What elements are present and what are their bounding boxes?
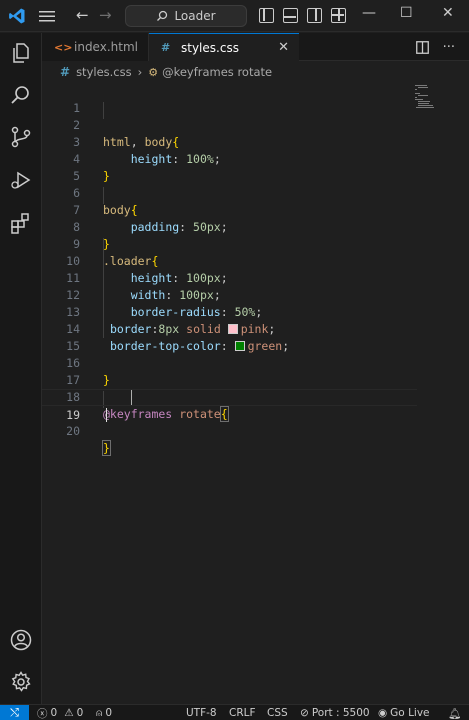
- code-line: 4 }: [42, 134, 417, 183]
- maximize-button[interactable]: ☐: [400, 5, 413, 21]
- breadcrumb-symbol[interactable]: @keyframes rotate: [162, 65, 272, 79]
- code-line: 10 height: 100px;: [42, 236, 417, 285]
- warning-icon: ⚠: [64, 707, 74, 719]
- command-center-search[interactable]: Loader: [125, 5, 247, 27]
- chevron-right-icon: ›: [137, 65, 143, 79]
- code-line: 20 }: [42, 406, 417, 456]
- breadcrumb: # styles.css › ⚙ @keyframes rotate: [42, 61, 469, 83]
- port-label: Port : 5500: [311, 707, 370, 719]
- error-count: 0: [50, 707, 58, 719]
- code-line: 8 }: [42, 202, 417, 251]
- title-bar: ← → Loader — ☐ ✕: [0, 0, 469, 32]
- search-icon[interactable]: [9, 83, 33, 107]
- close-icon[interactable]: ✕: [278, 40, 289, 55]
- close-window-button[interactable]: ✕: [442, 5, 454, 21]
- code-line: 16 }: [42, 338, 417, 387]
- accounts-icon[interactable]: [9, 628, 33, 652]
- code-line: 15: [42, 321, 417, 353]
- mouse-ibeam-cursor: [106, 408, 107, 422]
- ports-count: 0: [105, 707, 112, 719]
- editor-tab-bar: <> index.html # styles.css ✕ ···: [42, 33, 469, 61]
- code-line: 17: [42, 355, 417, 387]
- language-mode-indicator[interactable]: CSS: [267, 706, 288, 720]
- breadcrumb-file[interactable]: styles.css: [76, 65, 132, 79]
- encoding-indicator[interactable]: UTF-8: [186, 706, 217, 720]
- code-line: 13 border:8px solid pink;: [42, 287, 417, 336]
- code-line: 2 html, body{: [42, 100, 417, 149]
- search-label: Loader: [174, 9, 216, 23]
- toggle-primary-sidebar-icon[interactable]: [259, 8, 274, 23]
- ports-indicator[interactable]: ⍝ 0: [96, 706, 112, 720]
- code-line: 18 @keyframes rotate{: [42, 372, 417, 422]
- code-line: 14 border-top-color: green;: [42, 304, 417, 353]
- arrow-right-icon[interactable]: →: [99, 6, 112, 24]
- broadcast-icon: ◉: [378, 707, 388, 719]
- code-line: 12 border-radius: 50%;: [42, 270, 417, 319]
- minimap[interactable]: [415, 83, 455, 123]
- code-line: 6 body{: [42, 168, 417, 217]
- text-cursor: [131, 390, 132, 405]
- code-line: 1: [42, 83, 417, 115]
- warning-count: 0: [76, 707, 84, 719]
- tab-label: index.html: [74, 40, 138, 54]
- customize-layout-icon[interactable]: [331, 8, 346, 23]
- more-actions-icon[interactable]: ···: [443, 40, 455, 55]
- tab-index-html[interactable]: <> index.html: [42, 33, 149, 61]
- symbol-icon: ⚙: [148, 65, 159, 79]
- prohibited-icon: ⊘: [300, 707, 309, 719]
- code-line: 7 padding: 50px;: [42, 185, 417, 234]
- go-live-label: Go Live: [390, 707, 430, 719]
- problems-indicator[interactable]: ⓧ 0 ⚠ 0: [37, 706, 83, 720]
- go-live-button[interactable]: ◉ Go Live: [378, 706, 430, 720]
- arrow-left-icon[interactable]: ←: [76, 6, 89, 24]
- notifications-bell-icon[interactable]: 🔔︎: [448, 706, 461, 720]
- code-line: 3 height: 100%;: [42, 117, 417, 166]
- toggle-panel-icon[interactable]: [283, 8, 298, 23]
- search-icon: [157, 10, 168, 21]
- minimize-button[interactable]: —: [362, 5, 376, 21]
- code-line: 5: [42, 151, 417, 183]
- activity-bar: [0, 33, 42, 704]
- run-and-debug-icon[interactable]: [9, 168, 33, 192]
- remote-indicator-icon[interactable]: ⤭: [0, 705, 29, 720]
- code-line: 11 width: 100px;: [42, 253, 417, 302]
- tab-label: styles.css: [181, 40, 239, 55]
- extensions-icon[interactable]: [9, 211, 33, 235]
- explorer-icon[interactable]: [9, 41, 33, 65]
- line-number: 20: [66, 424, 80, 438]
- editor-actions: ···: [415, 33, 469, 61]
- toggle-secondary-sidebar-icon[interactable]: [307, 8, 322, 23]
- tab-styles-css[interactable]: # styles.css ✕: [149, 33, 299, 61]
- split-editor-icon[interactable]: [415, 40, 429, 54]
- css-file-icon: #: [161, 41, 171, 54]
- css-file-icon: #: [60, 65, 71, 79]
- code-editor[interactable]: 1 2 html, body{ 3 height: 100%; 4 } 5 6 …: [42, 83, 469, 704]
- status-bar: ⤭ ⓧ 0 ⚠ 0 ⍝ 0 UTF-8 CRLF CSS ⊘ Port : 55…: [0, 704, 469, 720]
- code-line: 9 .loader{: [42, 219, 417, 268]
- eol-indicator[interactable]: CRLF: [229, 706, 256, 720]
- html-file-icon: <>: [54, 40, 73, 54]
- hamburger-menu-icon[interactable]: [38, 8, 56, 24]
- broadcast-icon: ⍝: [96, 706, 103, 719]
- live-server-port[interactable]: ⊘ Port : 5500: [300, 706, 370, 720]
- vscode-logo-icon: [9, 8, 25, 24]
- code-line-current: 19: [42, 389, 417, 422]
- gear-icon[interactable]: [9, 670, 33, 694]
- error-icon: ⓧ: [37, 707, 48, 720]
- source-control-icon[interactable]: [9, 125, 33, 149]
